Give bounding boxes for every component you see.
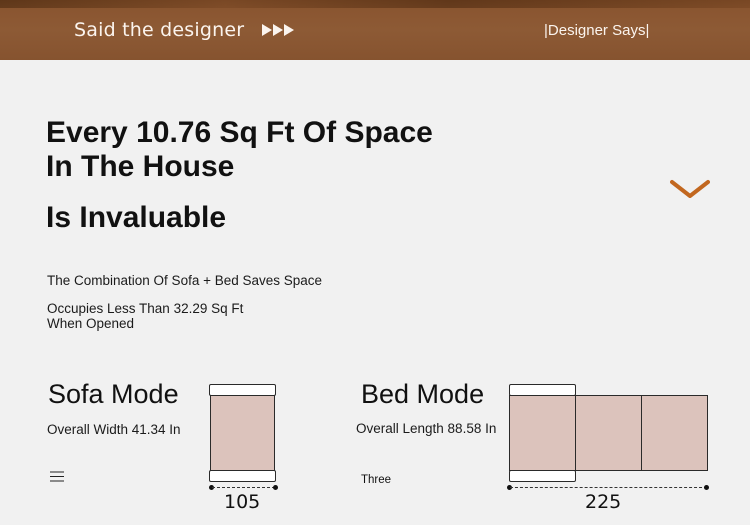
- headline-line-1: Every 10.76 Sq Ft Of Space: [46, 116, 433, 149]
- sofa-dimension-line: [212, 487, 275, 488]
- dimension-end-dot: [273, 485, 278, 490]
- bed-dimension-line: [510, 487, 707, 488]
- occupies-line-1: Occupies Less Than 32.29 Sq Ft: [47, 301, 244, 316]
- bed-cushion-1: [509, 395, 576, 471]
- headline: Every 10.76 Sq Ft Of Space In The House …: [46, 116, 433, 235]
- bed-mode-title: Bed Mode: [361, 379, 485, 409]
- sofa-cushion: [210, 395, 275, 471]
- sofa-front-bar: [209, 470, 276, 482]
- sofa-mode-width: Overall Width 41.34 In: [47, 422, 181, 437]
- triple-play-arrow-icon: [262, 24, 294, 36]
- bed-dimension-value: 225: [585, 491, 622, 513]
- sofa-mode-title: Sofa Mode: [48, 379, 179, 409]
- bed-cushion-2: [575, 395, 642, 471]
- header-banner: Said the designer |Designer Says|: [0, 0, 750, 60]
- sofa-dimension-value: 105: [224, 491, 261, 513]
- headline-line-3: Is Invaluable: [46, 201, 227, 234]
- bed-front-bar: [509, 470, 576, 482]
- bed-cushion-3: [641, 395, 708, 471]
- combination-text: The Combination Of Sofa + Bed Saves Spac…: [47, 273, 323, 288]
- banner-tagline: |Designer Says|: [544, 22, 650, 39]
- headline-line-2: In The House: [46, 150, 235, 183]
- bed-mode-length: Overall Length 88.58 In: [356, 421, 497, 436]
- chevron-down-icon[interactable]: [670, 178, 710, 200]
- banner-title: Said the designer: [74, 19, 245, 41]
- occupies-text: Occupies Less Than 32.29 Sq Ft When Open…: [47, 301, 243, 331]
- menu-icon[interactable]: [50, 471, 64, 482]
- bed-three-label: Three: [361, 474, 392, 486]
- dimension-end-dot: [704, 485, 709, 490]
- occupies-line-2: When Opened: [47, 316, 135, 331]
